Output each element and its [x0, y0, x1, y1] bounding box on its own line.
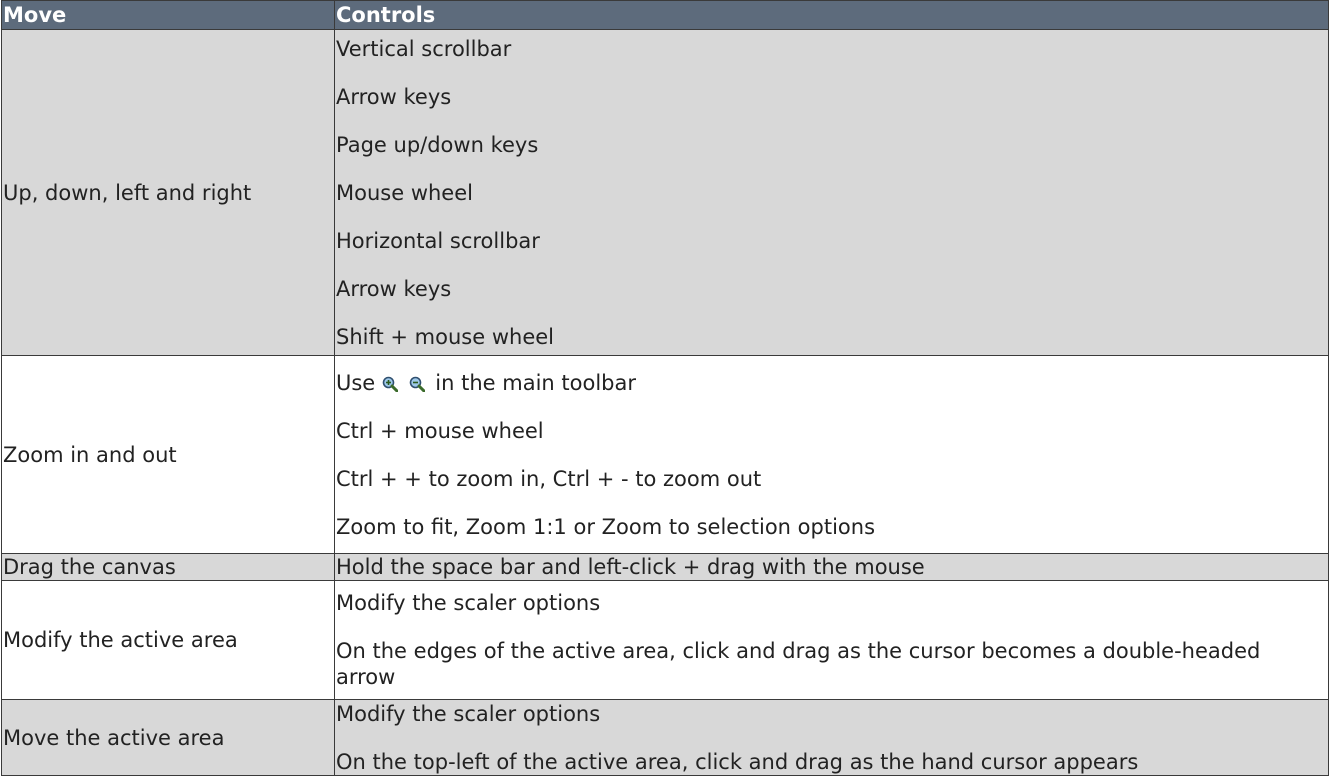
control-item: On the top-left of the active area, clic…	[336, 749, 1139, 774]
zoom-out-icon	[409, 376, 425, 392]
header-controls: Controls	[334, 0, 1329, 30]
control-item: Shift + mouse wheel	[336, 324, 554, 349]
controls-cell: Modify the scaler options On the top-lef…	[334, 699, 1329, 776]
move-cell: Modify the active area	[1, 580, 335, 700]
move-cell: Drag the canvas	[1, 553, 335, 581]
control-item: Horizontal scrollbar	[336, 228, 540, 253]
controls-cell: Hold the space bar and left-click + drag…	[334, 553, 1329, 581]
table-header-row: Move Controls	[1, 0, 1329, 30]
move-cell: Move the active area	[1, 699, 335, 776]
control-item: Mouse wheel	[336, 180, 473, 205]
table-row: Drag the canvas Hold the space bar and l…	[1, 553, 1329, 581]
control-item: Ctrl + + to zoom in, Ctrl + - to zoom ou…	[336, 466, 762, 491]
controls-cell: Vertical scrollbar Arrow keys Page up/do…	[334, 29, 1329, 356]
control-item: Zoom to fit, Zoom 1:1 or Zoom to selecti…	[336, 514, 876, 539]
control-item: On the edges of the active area, click a…	[336, 639, 1261, 689]
zoom-in-icon	[382, 376, 398, 392]
control-item: Modify the scaler options	[336, 701, 601, 726]
move-cell: Zoom in and out	[1, 355, 335, 554]
move-cell: Up, down, left and right	[1, 29, 335, 356]
table-row: Up, down, left and right Vertical scroll…	[1, 29, 1329, 356]
controls-cell: Modify the scaler options On the edges o…	[334, 580, 1329, 700]
table-row: Zoom in and out Use in the main toolbar …	[1, 355, 1329, 554]
table-row: Modify the active area Modify the scaler…	[1, 580, 1329, 700]
control-item: Page up/down keys	[336, 132, 539, 157]
control-item: Arrow keys	[336, 84, 452, 109]
page: Move Controls Up, down, left and right V…	[0, 0, 1330, 776]
controls-table: Move Controls Up, down, left and right V…	[1, 0, 1329, 776]
control-prefix: Use	[336, 370, 376, 395]
control-item: Ctrl + mouse wheel	[336, 418, 544, 443]
table-row: Move the active area Modify the scaler o…	[1, 699, 1329, 776]
control-item: Modify the scaler options	[336, 591, 601, 615]
control-item: Arrow keys	[336, 276, 452, 301]
header-move: Move	[1, 0, 335, 30]
control-item: Vertical scrollbar	[336, 36, 512, 61]
control-item: Hold the space bar and left-click + drag…	[336, 555, 925, 579]
control-item-with-icons: Use in the main toolbar	[336, 370, 1328, 396]
control-suffix: in the main toolbar	[435, 370, 636, 395]
controls-cell: Use in the main toolbar Ctrl + mouse whe…	[334, 355, 1329, 554]
